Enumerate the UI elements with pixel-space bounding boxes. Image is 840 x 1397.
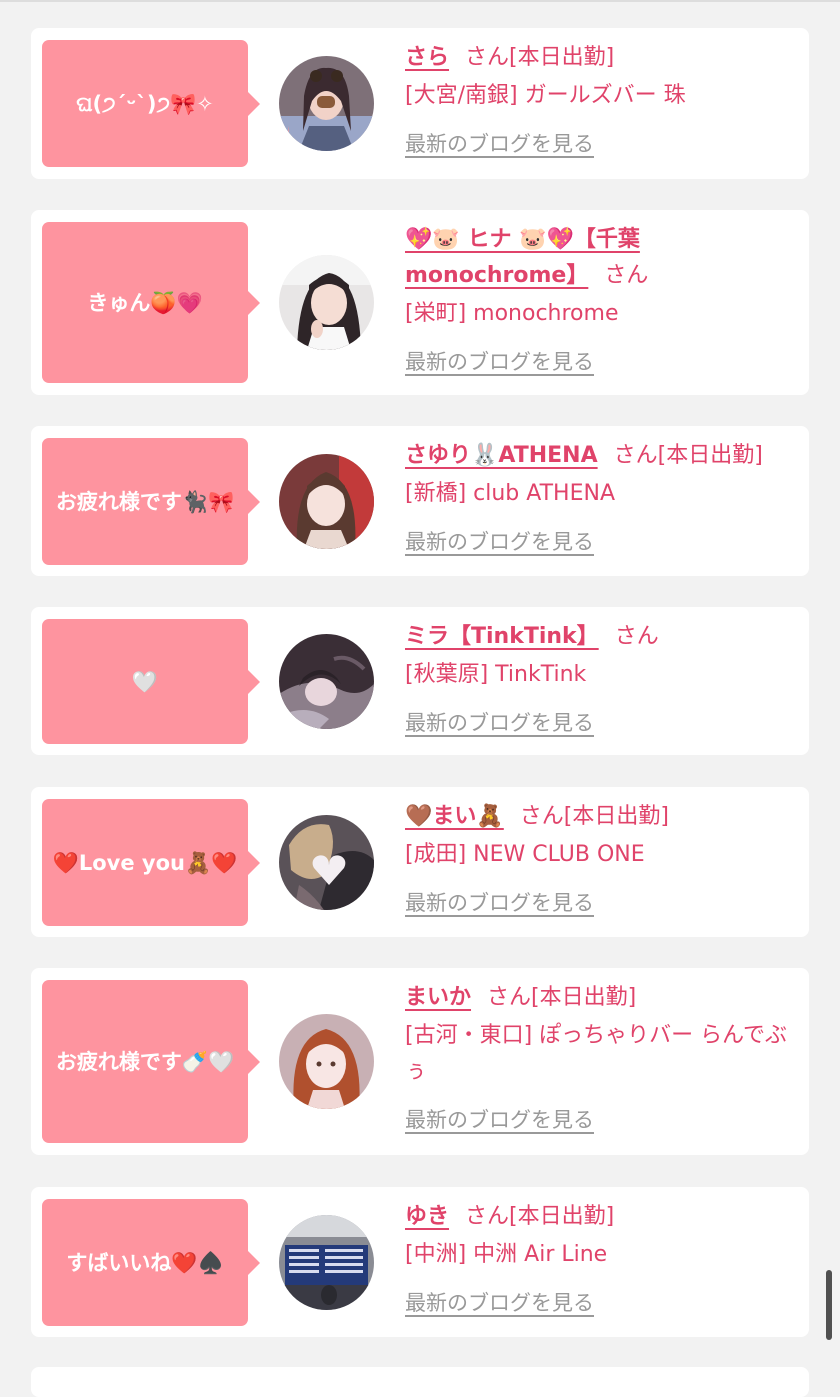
latest-blog-link[interactable]: 最新のブログを見る [405,1287,594,1317]
message-bubble: お疲れ様です🐈‍⬛🎀 [42,438,260,565]
cast-info: さゆり🐰ATHENA さん[本日出勤] [新橋] club ATHENA 最新のブ… [405,438,800,556]
cast-name-link[interactable]: ミラ【TinkTink】 [405,624,599,649]
scrollbar[interactable] [826,1270,832,1340]
name-suffix: さん[本日出勤] [487,985,637,1010]
avatar-photo-5 [279,815,374,910]
cast-name-link[interactable]: ゆき [405,1204,449,1229]
name-line: さゆり🐰ATHENA さん[本日出勤] [405,438,800,474]
avatar-photo-4 [279,634,374,729]
name-suffix: さん[本日出勤] [465,45,615,70]
cast-name-link[interactable]: 🤎まい🧸 [405,804,504,829]
name-line: 🤎まい🧸 さん[本日出勤] [405,799,800,835]
avatar[interactable] [279,815,374,910]
name-suffix: さん[本日出勤] [465,1204,615,1229]
shop-label: [成田] NEW CLUB ONE [405,842,645,867]
name-line: さら さん[本日出勤] [405,40,800,76]
name-line: まいか さん[本日出勤] [405,980,800,1016]
shop-label: [大宮/南銀] ガールズバー 珠 [405,83,686,108]
name-line: ミラ【TinkTink】 さん [405,619,800,655]
name-suffix: さん[本日出勤] [613,443,763,468]
cast-info: ミラ【TinkTink】 さん [秋葉原] TinkTink 最新のブログを見る [405,619,800,737]
avatar-photo-7 [279,1215,374,1310]
cast-info: さら さん[本日出勤] [大宮/南銀] ガールズバー 珠 最新のブログを見る [405,40,800,158]
latest-blog-link[interactable]: 最新のブログを見る [405,887,594,917]
shop-label: [栄町] monochrome [405,301,619,326]
name-suffix: さん [614,624,659,649]
avatar[interactable] [279,454,374,549]
cast-card-partial [31,1367,809,1397]
name-suffix: さん[本日出勤] [519,804,669,829]
avatar[interactable] [279,255,374,350]
cast-name-link[interactable]: まいか [405,985,471,1010]
cast-card[interactable]: 🤍 ミラ【TinkTink】 さん [秋葉原] TinkTink 最新のブログを見… [31,607,809,755]
latest-blog-link[interactable]: 最新のブログを見る [405,346,594,376]
latest-blog-link[interactable]: 最新のブログを見る [405,128,594,158]
cast-info: まいか さん[本日出勤] [古河・東口] ぽっちゃりバー らんでぶぅ 最新のブログ… [405,980,800,1134]
avatar[interactable] [279,56,374,151]
cast-card[interactable]: すばいいね❤️♠️ ゆき さん[本日出勤] [中洲] 中洲 Air Line 最… [31,1187,809,1337]
avatar[interactable] [279,634,374,729]
shop-label: [新橋] club ATHENA [405,481,615,506]
name-suffix: さん [604,263,649,288]
shop-label: [秋葉原] TinkTink [405,662,587,687]
cast-card[interactable]: ❤️Love you🧸❤️ 🤎まい🧸 さん[本日出勤] [成田] NEW CLUB… [31,787,809,937]
message-bubble: お疲れ様です🍼🤍 [42,980,260,1143]
shop-label: [中洲] 中洲 Air Line [405,1242,608,1267]
message-bubble: きゅん🍑💗 [42,222,260,383]
avatar-photo-2 [279,255,374,350]
cast-card[interactable]: お疲れ様です🐈‍⬛🎀 さゆり🐰ATHENA さん[本日出勤] [新橋] club … [31,426,809,576]
cast-name-link[interactable]: さゆり🐰ATHENA [405,443,598,468]
message-bubble: すばいいね❤️♠️ [42,1199,260,1326]
name-line: ゆき さん[本日出勤] [405,1199,800,1235]
avatar[interactable] [279,1215,374,1310]
avatar-photo-1 [279,56,374,151]
avatar[interactable] [279,1014,374,1109]
message-bubble: 🤍 [42,619,260,744]
avatar-photo-3 [279,454,374,549]
shop-label: [古河・東口] ぽっちゃりバー らんでぶぅ [405,1023,788,1084]
name-line: 💖🐷 ヒナ 🐷💖【千葉monochrome】 さん [405,222,705,294]
cast-name-link[interactable]: さら [405,45,449,70]
cast-info: 🤎まい🧸 さん[本日出勤] [成田] NEW CLUB ONE 最新のブログを見る [405,799,800,917]
latest-blog-link[interactable]: 最新のブログを見る [405,526,594,556]
cast-blog-list: ଘ(੭ˊᵕˋ)੭🎀✧ さら さん[本日出勤] [大宮/南銀] ガールズバー 珠 最… [0,0,840,1397]
cast-card[interactable]: お疲れ様です🍼🤍 まいか さん[本日出勤] [古河・東口] ぽっちゃりバー らんで… [31,968,809,1155]
cast-info: 💖🐷 ヒナ 🐷💖【千葉monochrome】 さん [栄町] monochrome… [405,222,800,376]
message-bubble: ❤️Love you🧸❤️ [42,799,260,926]
latest-blog-link[interactable]: 最新のブログを見る [405,707,594,737]
cast-card[interactable]: ଘ(੭ˊᵕˋ)੭🎀✧ さら さん[本日出勤] [大宮/南銀] ガールズバー 珠 最… [31,28,809,179]
cast-card[interactable]: きゅん🍑💗 💖🐷 ヒナ 🐷💖【千葉monochrome】 さん [栄町] mono… [31,210,809,395]
cast-info: ゆき さん[本日出勤] [中洲] 中洲 Air Line 最新のブログを見る [405,1199,800,1317]
latest-blog-link[interactable]: 最新のブログを見る [405,1104,594,1134]
message-bubble: ଘ(੭ˊᵕˋ)੭🎀✧ [42,40,260,167]
avatar-photo-6 [279,1014,374,1109]
